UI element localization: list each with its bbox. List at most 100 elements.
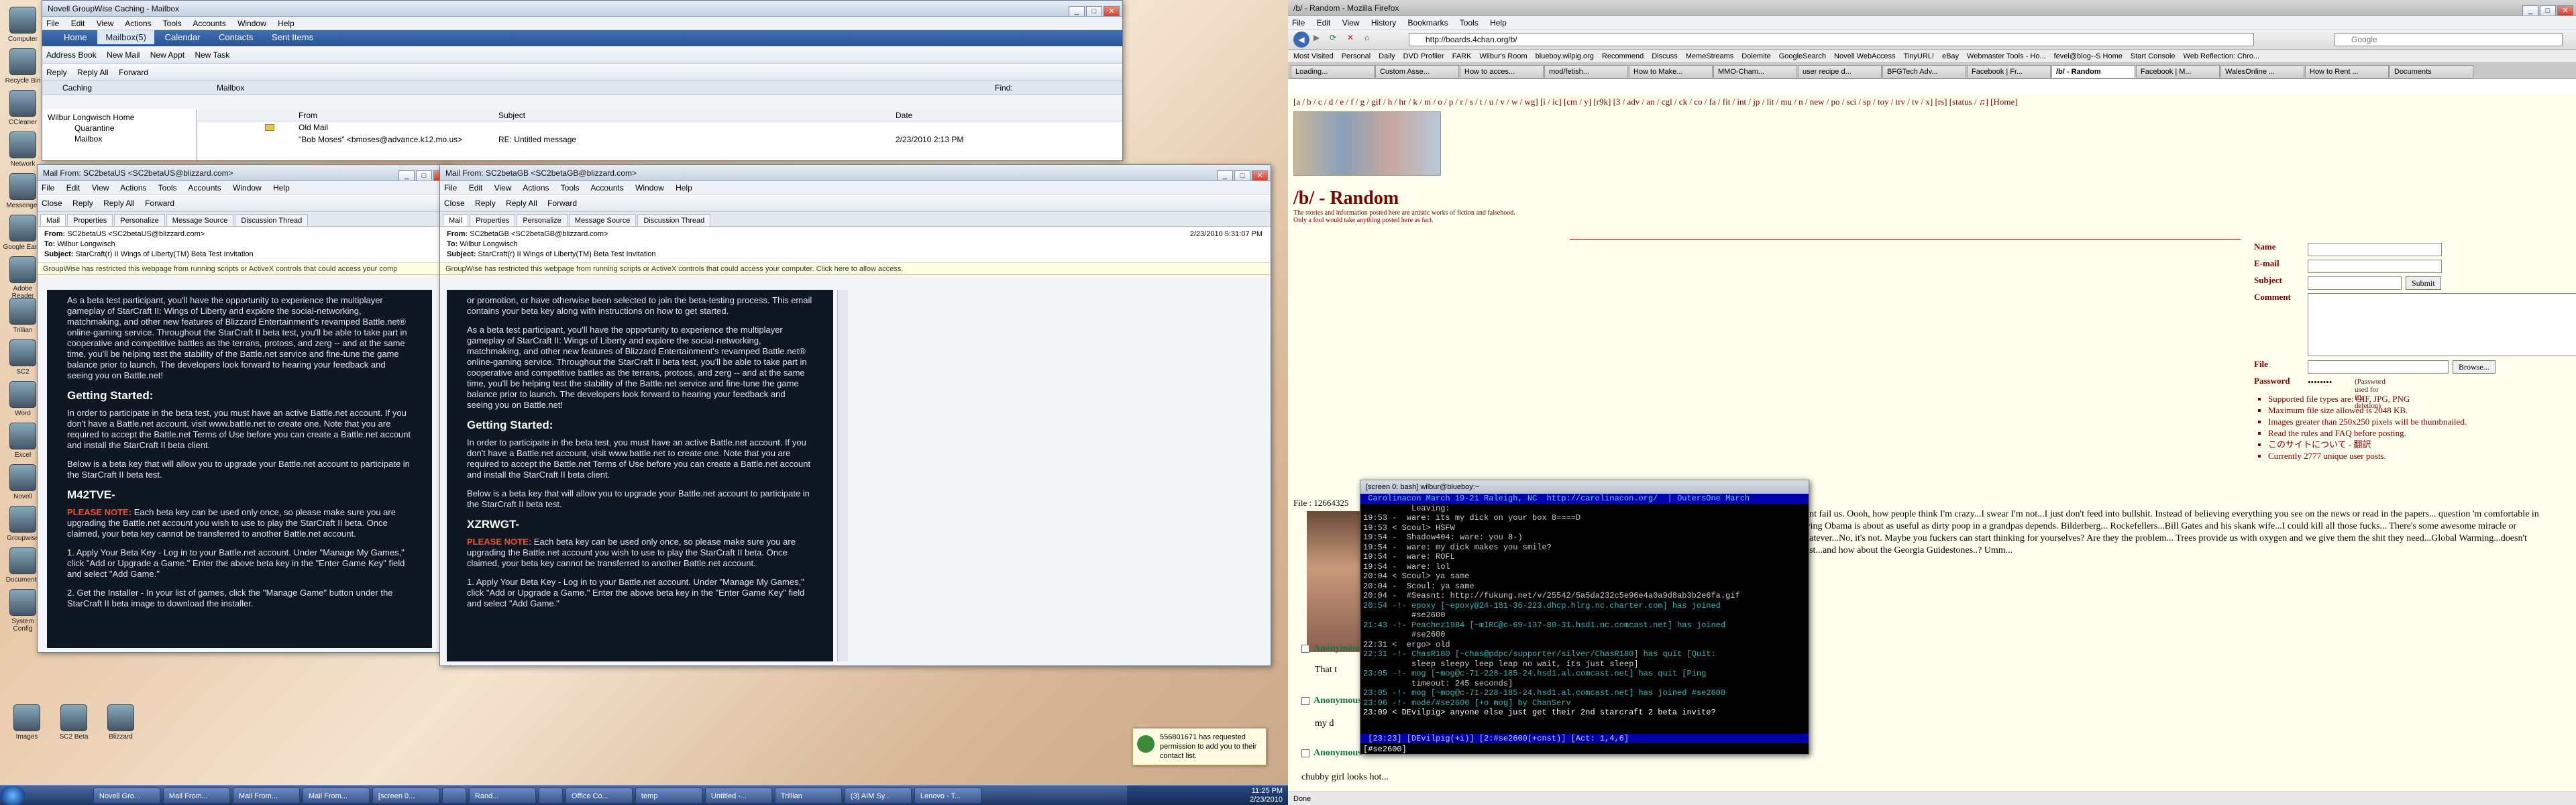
tab-mail[interactable]: Mail (40, 214, 66, 226)
close-button[interactable]: ✕ (1252, 170, 1268, 180)
nav-tab-contacts[interactable]: Contacts (211, 30, 261, 44)
menu-view[interactable]: View (494, 183, 512, 193)
tab-discussion-thread[interactable]: Discussion Thread (637, 214, 711, 226)
reload-icon[interactable]: ⟳ (1330, 33, 1336, 42)
nav-tab-calendar[interactable]: Calendar (157, 30, 209, 44)
menu-accounts[interactable]: Accounts (188, 183, 221, 193)
bookmark-item[interactable]: Daily (1379, 52, 1395, 60)
reply-button[interactable]: Reply (475, 199, 496, 208)
menu-help[interactable]: Help (1490, 18, 1507, 28)
taskbar-button[interactable]: Lenovo - T... (914, 788, 981, 804)
bookmark-item[interactable]: Start Console (2131, 52, 2176, 60)
comment-textarea[interactable] (2308, 293, 2576, 356)
desktop-icon[interactable]: Recycle Bin (3, 48, 43, 85)
taskbar-button[interactable]: Mail From... (232, 788, 300, 804)
tab-message-source[interactable]: Message Source (166, 214, 234, 226)
taskbar-button[interactable]: Office Co... (565, 788, 633, 804)
new-appt-button[interactable]: New Appt (150, 50, 184, 60)
browser-tab[interactable]: Facebook | Fr... (1967, 65, 2051, 78)
name-input[interactable] (2308, 243, 2442, 256)
nav-tab-mailbox[interactable]: Mailbox(5) (97, 30, 154, 44)
home-icon[interactable]: ⌂ (1364, 33, 1369, 42)
bookmark-item[interactable]: blueboy.wilpig.org (1536, 52, 1594, 60)
bookmark-item[interactable]: Webmaster Tools - Ho... (1967, 52, 2046, 60)
tab-discussion-thread[interactable]: Discussion Thread (235, 214, 309, 226)
bookmark-item[interactable]: TinyURL! (1904, 52, 1934, 60)
bookmark-item[interactable]: Novell WebAccess (1834, 52, 1896, 60)
back-button[interactable]: ◀ (1293, 32, 1309, 48)
reply-all-button[interactable]: Reply All (103, 199, 135, 208)
minimize-button[interactable]: _ (398, 170, 415, 180)
subject-input[interactable] (2308, 276, 2402, 290)
desktop-icon[interactable]: Blizzard (101, 704, 141, 741)
contact-request-notification[interactable]: 556801671 has requested permission to ad… (1132, 728, 1267, 765)
menu-edit[interactable]: Edit (71, 19, 85, 28)
menu-help[interactable]: Help (273, 183, 290, 193)
menu-view[interactable]: View (97, 19, 114, 28)
browser-tab[interactable]: Facebook | M... (2136, 65, 2220, 78)
reply-all-button[interactable]: Reply All (506, 199, 537, 208)
menu-file[interactable]: File (46, 19, 59, 28)
desktop-icon[interactable]: Network (3, 131, 43, 168)
maximize-button[interactable]: □ (2540, 5, 2556, 15)
find-label[interactable]: Find: (995, 81, 1013, 95)
tab-mail[interactable]: Mail (443, 214, 469, 226)
bookmark-item[interactable]: DVD Profiler (1403, 52, 1444, 60)
desktop-icon[interactable]: CCleaner (3, 90, 43, 126)
reply-button[interactable]: Reply (72, 199, 93, 208)
list-row[interactable]: Old Mail (198, 121, 1122, 133)
menu-history[interactable]: History (1371, 18, 1396, 28)
col-date[interactable]: Date (896, 109, 912, 121)
browser-tab[interactable]: MMO-Cham... (1713, 65, 1797, 78)
browser-tab[interactable]: How to Make... (1629, 65, 1713, 78)
menu-view[interactable]: View (1342, 18, 1360, 28)
tab-properties[interactable]: Properties (470, 214, 516, 226)
taskbar-button[interactable] (441, 788, 466, 804)
mail-scrollbar[interactable] (837, 290, 848, 661)
menu-window[interactable]: Window (635, 183, 664, 193)
new-task-button[interactable]: New Task (195, 50, 229, 60)
reply-checkbox[interactable] (1301, 749, 1309, 757)
menu-file[interactable]: File (444, 183, 457, 193)
minimize-button[interactable]: _ (1069, 6, 1085, 16)
security-warning-bar[interactable]: GroupWise has restricted this webpage fr… (38, 263, 452, 275)
col-subject[interactable]: Subject (498, 109, 525, 121)
new-mail-button[interactable]: New Mail (107, 50, 140, 60)
close-button[interactable]: ✕ (2557, 5, 2573, 15)
desktop-icon[interactable]: Computer (3, 7, 43, 43)
col-from[interactable]: From (299, 109, 317, 121)
taskbar-button[interactable] (538, 788, 563, 804)
browser-tab[interactable]: BFGTech Adv... (1882, 65, 1966, 78)
taskbar-button[interactable]: (3) AIM Sy... (844, 788, 912, 804)
close-button[interactable]: ✕ (1104, 6, 1120, 16)
taskbar-button[interactable]: Mail From... (302, 788, 370, 804)
address-book-button[interactable]: Address Book (46, 50, 97, 60)
minimize-button[interactable]: _ (2522, 5, 2538, 15)
taskbar-button[interactable]: Rand... (468, 788, 536, 804)
menu-help[interactable]: Help (676, 183, 692, 193)
submit-button[interactable]: Submit (2406, 276, 2441, 290)
reply-all-button[interactable]: Reply All (77, 68, 109, 77)
menu-bookmarks[interactable]: Bookmarks (1408, 18, 1448, 28)
browser-tab[interactable]: mod/fetish... (1544, 65, 1628, 78)
bookmark-item[interactable]: MemeStreams (1686, 52, 1734, 60)
reply-checkbox[interactable] (1301, 696, 1309, 705)
bookmark-item[interactable]: Discuss (1652, 52, 1678, 60)
tab-message-source[interactable]: Message Source (568, 214, 637, 226)
clock-time[interactable]: 11:25 PM (1252, 787, 1283, 795)
taskbar-button[interactable]: Novell Gro... (93, 788, 160, 804)
bookmark-item[interactable]: GoogleSearch (1779, 52, 1826, 60)
reply-button[interactable]: Reply (46, 68, 67, 77)
board-navigation[interactable]: [a / b / c / d / e / f / g / gif / h / h… (1288, 94, 2576, 110)
menu-tools[interactable]: Tools (163, 19, 182, 28)
taskbar-button[interactable]: Untitled -... (704, 788, 772, 804)
bookmark-item[interactable]: FARK (1452, 52, 1472, 60)
bookmark-item[interactable]: Most Visited (1293, 52, 1334, 60)
bookmark-item[interactable]: eBay (1942, 52, 1959, 60)
browser-tab[interactable]: Loading... (1291, 65, 1375, 78)
forward-button[interactable]: ▶ (1313, 33, 1320, 42)
minimize-button[interactable]: _ (1217, 170, 1233, 180)
menu-edit[interactable]: Edit (1317, 18, 1331, 28)
menu-tools[interactable]: Tools (561, 183, 580, 193)
menu-actions[interactable]: Actions (523, 183, 549, 193)
